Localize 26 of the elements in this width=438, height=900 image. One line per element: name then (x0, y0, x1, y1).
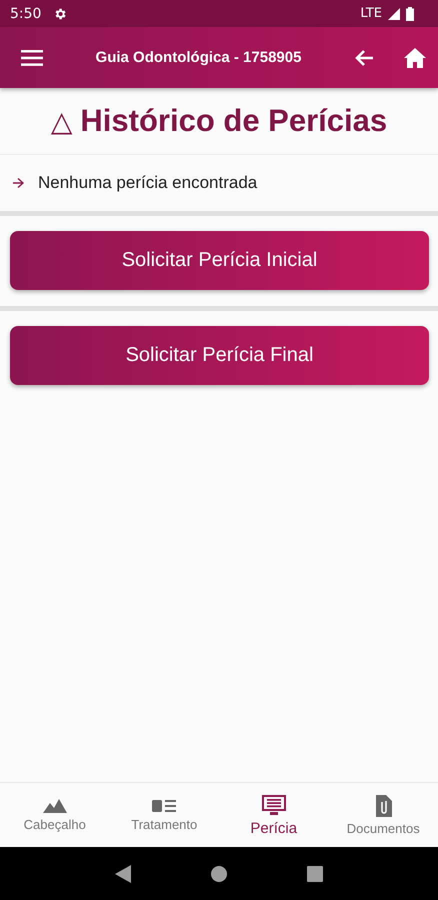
list-icon (152, 798, 176, 812)
back-icon[interactable] (354, 48, 374, 66)
arrow-icon (12, 177, 24, 189)
status-time: 5:50 (10, 6, 42, 22)
settings-icon (53, 6, 68, 20)
battery-icon (406, 6, 414, 20)
network-label: LTE (360, 6, 382, 21)
recents-nav-icon[interactable] (307, 866, 323, 882)
screen-list-icon (260, 794, 287, 816)
home-icon[interactable] (404, 48, 426, 68)
request-button[interactable]: Solicitar Perícia Inicial (10, 231, 429, 290)
app-bar-title: Guia Odontológica - 1758905 (94, 49, 302, 66)
nav-tab[interactable]: Documentos (328, 783, 438, 847)
nav-tab[interactable]: Cabeçalho (0, 783, 110, 847)
mountains-icon (42, 798, 67, 812)
signal-icon (388, 8, 400, 20)
document-icon (374, 794, 392, 816)
menu-icon[interactable] (21, 50, 43, 66)
page-title: Histórico de Perícias (80, 103, 388, 139)
triangle-icon: △ (50, 104, 72, 138)
nav-tab[interactable]: Perícia (219, 783, 328, 847)
nav-tab[interactable]: Tratamento (110, 783, 219, 847)
home-nav-icon[interactable] (211, 866, 227, 882)
request-button[interactable]: Solicitar Perícia Final (10, 326, 429, 385)
back-nav-icon[interactable] (115, 864, 131, 882)
empty-message: Nenhuma perícia encontrada (38, 173, 258, 193)
